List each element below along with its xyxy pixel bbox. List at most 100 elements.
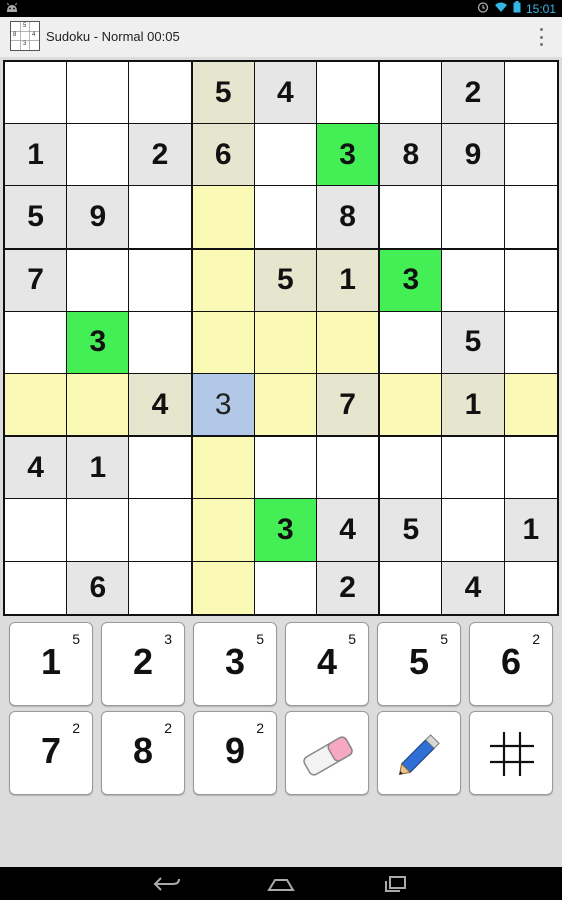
board-cell[interactable] — [129, 186, 191, 248]
board-cell-selected[interactable]: 3 — [192, 374, 254, 436]
board-cell[interactable] — [317, 62, 379, 124]
key-digit: 6 — [500, 641, 522, 682]
board-cell[interactable] — [254, 124, 316, 186]
app-icon[interactable]: 5 8 4 3 — [10, 21, 40, 51]
board-cell[interactable]: 9 — [442, 124, 504, 186]
digit-key-3[interactable]: 35 — [193, 622, 277, 706]
board-cell[interactable]: 4 — [442, 561, 504, 614]
board-cell[interactable] — [442, 437, 504, 499]
board-cell[interactable] — [5, 374, 67, 436]
board-cell[interactable] — [129, 249, 191, 311]
board-cell[interactable] — [5, 62, 67, 124]
board-cell[interactable] — [192, 186, 254, 248]
digit-key-7[interactable]: 72 — [9, 711, 93, 795]
board-cell[interactable] — [380, 186, 442, 248]
pencil-button[interactable] — [377, 711, 461, 795]
home-icon[interactable] — [266, 875, 296, 893]
board-cell[interactable] — [254, 311, 316, 373]
board-cell[interactable] — [129, 62, 191, 124]
board-cell[interactable] — [317, 437, 379, 499]
board-cell[interactable] — [67, 374, 129, 436]
recent-apps-icon[interactable] — [381, 875, 411, 893]
board-cell[interactable] — [192, 499, 254, 561]
board-cell[interactable] — [192, 249, 254, 311]
board-cell[interactable] — [317, 311, 379, 373]
board-cell[interactable] — [5, 311, 67, 373]
board-cell[interactable]: 1 — [504, 499, 557, 561]
board-cell[interactable] — [67, 499, 129, 561]
board-cell[interactable]: 1 — [442, 374, 504, 436]
board-cell[interactable]: 9 — [67, 186, 129, 248]
board-cell[interactable]: 2 — [317, 561, 379, 614]
board-cell[interactable] — [504, 561, 557, 614]
board-cell[interactable] — [504, 437, 557, 499]
board-cell[interactable]: 1 — [5, 124, 67, 186]
digit-key-1[interactable]: 15 — [9, 622, 93, 706]
board-cell[interactable] — [254, 437, 316, 499]
board-cell[interactable] — [380, 374, 442, 436]
board-cell[interactable] — [67, 124, 129, 186]
board-cell[interactable]: 1 — [67, 437, 129, 499]
eraser-button[interactable] — [285, 711, 369, 795]
board-cell[interactable]: 8 — [380, 124, 442, 186]
board-cell[interactable]: 3 — [254, 499, 316, 561]
board-cell[interactable] — [504, 124, 557, 186]
digit-key-2[interactable]: 23 — [101, 622, 185, 706]
board-cell[interactable]: 5 — [254, 249, 316, 311]
board-cell[interactable] — [5, 561, 67, 614]
digit-key-6[interactable]: 62 — [469, 622, 553, 706]
board-cell[interactable] — [380, 62, 442, 124]
board-cell[interactable]: 4 — [254, 62, 316, 124]
digit-key-4[interactable]: 45 — [285, 622, 369, 706]
board-cell[interactable]: 5 — [380, 499, 442, 561]
board-cell[interactable] — [380, 561, 442, 614]
board-cell[interactable]: 2 — [129, 124, 191, 186]
board-cell[interactable] — [504, 62, 557, 124]
board-cell[interactable]: 4 — [129, 374, 191, 436]
board-cell[interactable] — [254, 374, 316, 436]
board-cell[interactable] — [67, 249, 129, 311]
back-icon[interactable] — [152, 875, 182, 893]
board-cell[interactable] — [129, 437, 191, 499]
board-cell[interactable] — [67, 62, 129, 124]
board-cell[interactable] — [504, 374, 557, 436]
board-cell[interactable]: 4 — [317, 499, 379, 561]
board-cell[interactable] — [192, 311, 254, 373]
board-cell[interactable]: 7 — [317, 374, 379, 436]
board-cell[interactable] — [192, 561, 254, 614]
board-cell[interactable]: 6 — [192, 124, 254, 186]
board-cell[interactable] — [442, 249, 504, 311]
board-cell[interactable] — [504, 249, 557, 311]
board-cell[interactable]: 3 — [67, 311, 129, 373]
board-cell[interactable] — [129, 311, 191, 373]
board-cell[interactable] — [380, 437, 442, 499]
digit-key-8[interactable]: 82 — [101, 711, 185, 795]
board-cell[interactable] — [254, 186, 316, 248]
board-cell[interactable] — [442, 186, 504, 248]
digit-key-5[interactable]: 55 — [377, 622, 461, 706]
board-cell[interactable]: 3 — [380, 249, 442, 311]
board-cell[interactable] — [129, 499, 191, 561]
android-icon — [5, 2, 19, 17]
board-cell[interactable]: 5 — [5, 186, 67, 248]
board-cell[interactable]: 6 — [67, 561, 129, 614]
grid-button[interactable] — [469, 711, 553, 795]
board-cell[interactable]: 1 — [317, 249, 379, 311]
board-cell[interactable] — [380, 311, 442, 373]
board-cell[interactable]: 4 — [5, 437, 67, 499]
digit-key-9[interactable]: 92 — [193, 711, 277, 795]
board-cell[interactable] — [504, 311, 557, 373]
board-cell[interactable] — [254, 561, 316, 614]
board-cell[interactable]: 8 — [317, 186, 379, 248]
board-cell[interactable]: 5 — [442, 311, 504, 373]
board-cell[interactable]: 5 — [192, 62, 254, 124]
board-cell[interactable]: 7 — [5, 249, 67, 311]
board-cell[interactable] — [442, 499, 504, 561]
board-cell[interactable]: 2 — [442, 62, 504, 124]
board-cell[interactable] — [504, 186, 557, 248]
board-cell[interactable] — [192, 437, 254, 499]
board-cell[interactable]: 3 — [317, 124, 379, 186]
board-cell[interactable] — [129, 561, 191, 614]
board-cell[interactable] — [5, 499, 67, 561]
overflow-menu-button[interactable] — [536, 26, 546, 48]
